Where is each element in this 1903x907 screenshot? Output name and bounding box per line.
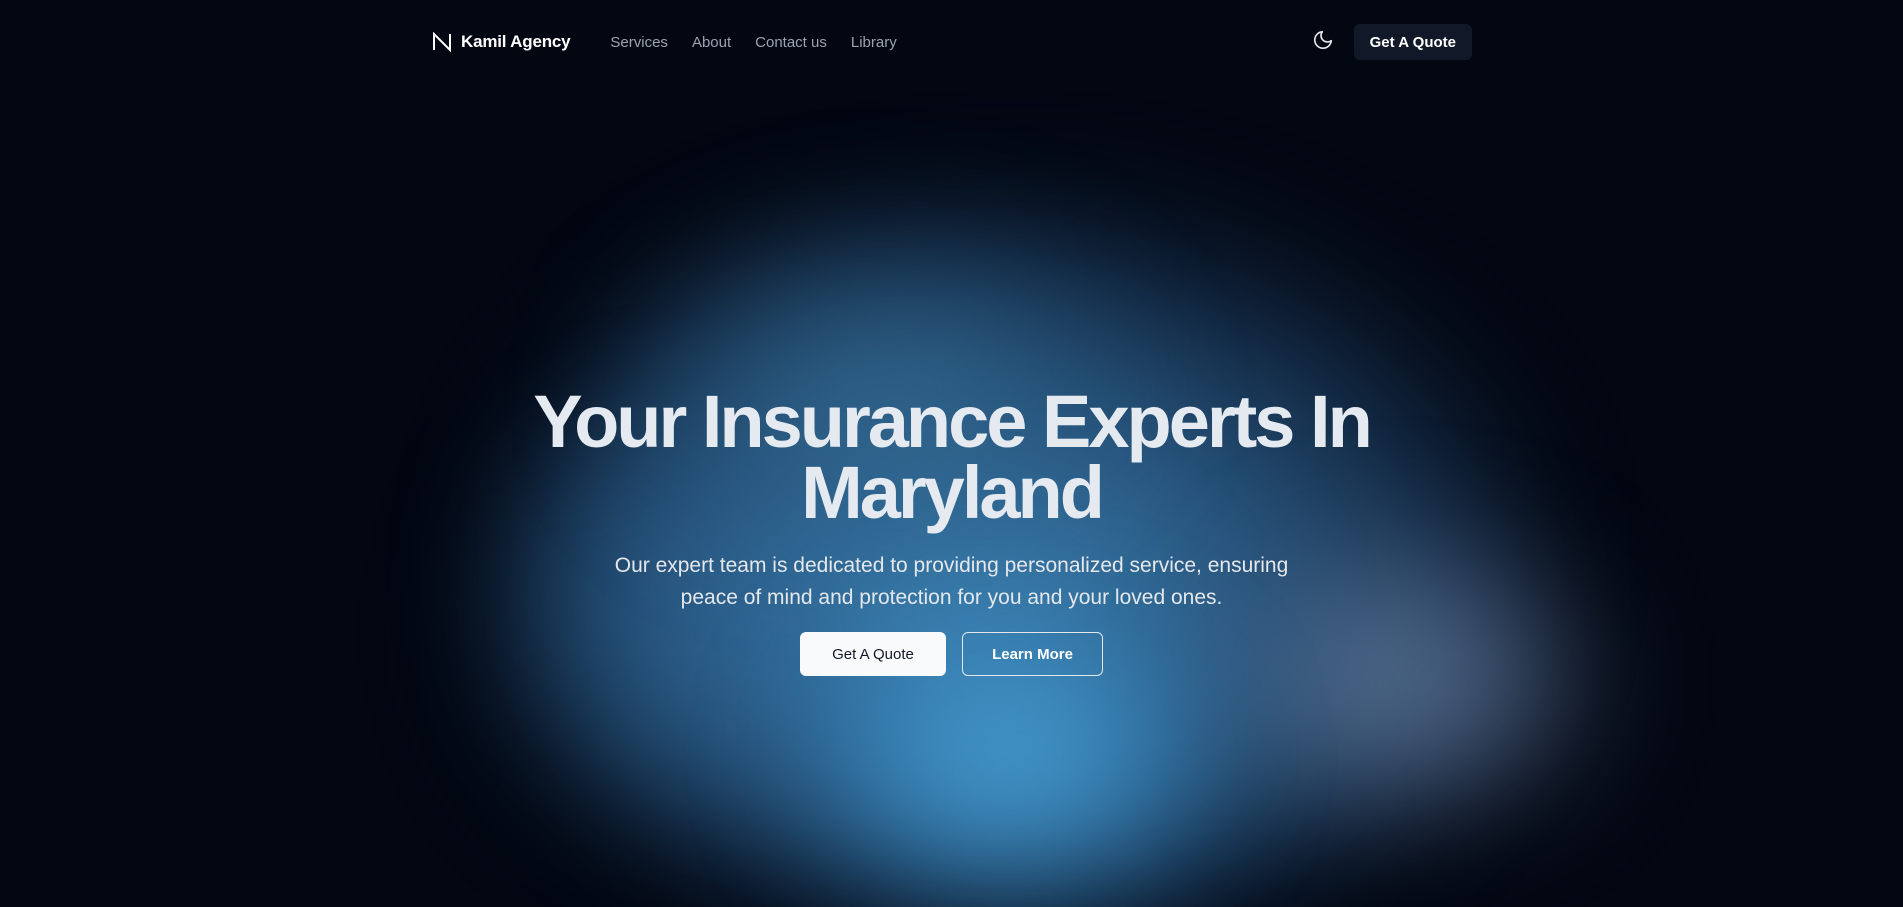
nav-link-contact-us[interactable]: Contact us	[755, 34, 827, 51]
nav-link-about[interactable]: About	[692, 34, 731, 51]
theme-toggle-button[interactable]	[1305, 24, 1341, 60]
moon-icon	[1312, 29, 1334, 56]
hero-actions: Get A Quote Learn More	[0, 632, 1903, 676]
brand-link[interactable]: Kamil Agency	[432, 32, 571, 52]
get-quote-nav-button[interactable]: Get A Quote	[1353, 24, 1472, 60]
m-logo-icon	[432, 32, 452, 52]
navbar: Kamil Agency Services About Contact us L…	[432, 24, 1472, 60]
nav-link-services[interactable]: Services	[610, 34, 668, 51]
brand-name: Kamil Agency	[461, 32, 571, 51]
nav-link-library[interactable]: Library	[851, 34, 897, 51]
learn-more-button[interactable]: Learn More	[962, 632, 1103, 676]
nav-actions: Get A Quote	[1305, 24, 1472, 60]
hero-subtitle: Our expert team is dedicated to providin…	[614, 554, 1289, 609]
hero-title: Your Insurance Experts In Maryland	[533, 380, 1373, 534]
nav-links: Services About Contact us Library	[610, 34, 896, 51]
get-quote-button[interactable]: Get A Quote	[800, 632, 946, 676]
hero-section: Your Insurance Experts In Maryland Our e…	[0, 380, 1903, 676]
